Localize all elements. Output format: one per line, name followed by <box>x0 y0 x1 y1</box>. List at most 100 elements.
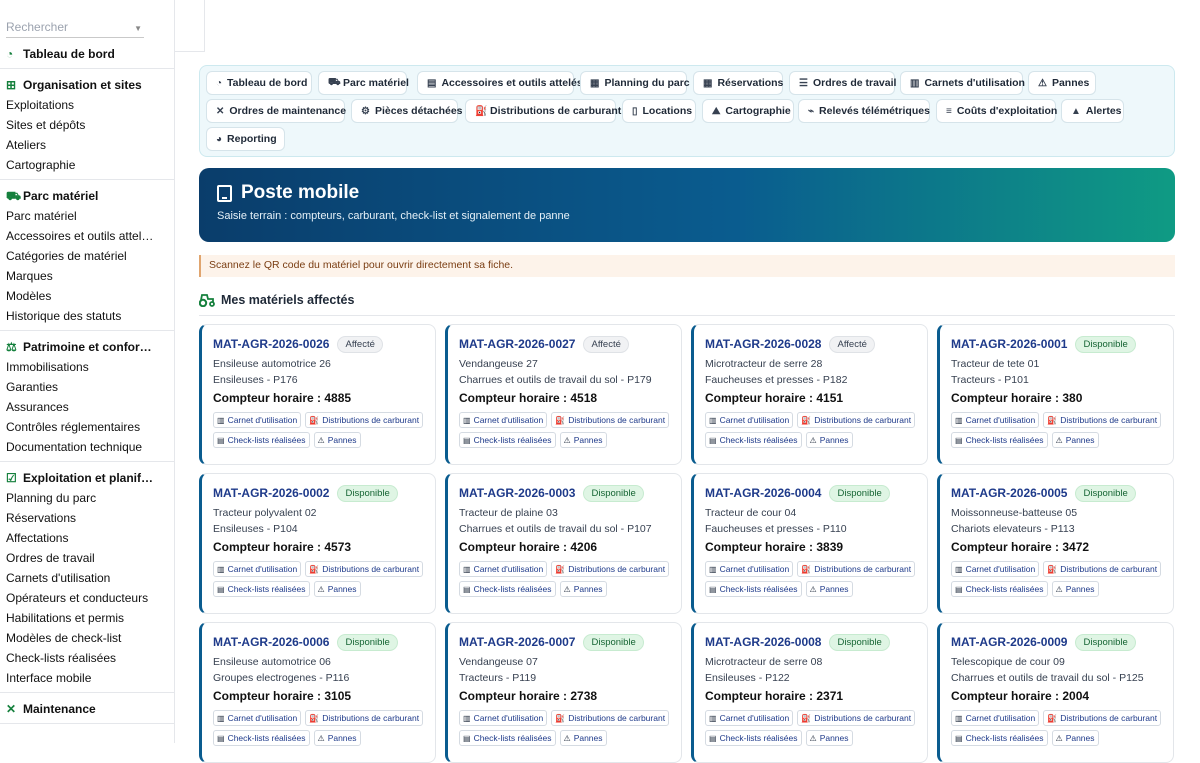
pannes-button[interactable]: ⚠ Pannes <box>805 432 853 448</box>
nav-satellite[interactable]: ⌁ Relevés télémétriques <box>798 99 930 123</box>
sidebar-item[interactable]: Habilitations et permis <box>0 608 174 628</box>
pannes-button[interactable]: ⚠ Pannes <box>313 730 361 746</box>
nav-file-contract[interactable]: ▯ Locations <box>622 99 696 123</box>
equipment-card[interactable]: MAT-AGR-2026-0008 Disponible Microtracteur… <box>691 622 928 763</box>
pannes-button[interactable]: ⚠ Pannes <box>1051 581 1099 597</box>
checklists-button[interactable]: ▤ Check-lists réalisées <box>213 581 310 597</box>
sidebar-item[interactable]: Historique des statuts <box>0 306 174 326</box>
checklists-button[interactable]: ▤ Check-lists réalisées <box>459 432 556 448</box>
carnet-button[interactable]: ▥ Carnet d'utilisation <box>705 561 794 577</box>
equipment-code[interactable]: MAT-AGR-2026-0001 <box>951 337 1067 351</box>
nav-gear[interactable]: ⚙ Pièces détachées <box>351 99 463 123</box>
nav-coins[interactable]: ≡ Coûts d'exploitation <box>936 99 1057 123</box>
fuel-button[interactable]: ⛽ Distributions de carburant <box>797 710 916 726</box>
sidebar-item[interactable]: Exploitations <box>0 95 174 115</box>
sidebar-item[interactable]: Modèles de check-list <box>0 628 174 648</box>
checklists-button[interactable]: ▤ Check-lists réalisées <box>951 730 1048 746</box>
sidebar-item[interactable]: Carnets d'utilisation <box>0 568 174 588</box>
sidebar-item[interactable]: Réservations <box>0 508 174 528</box>
nav-warning[interactable]: ⚠ Pannes <box>1028 71 1096 95</box>
checklists-button[interactable]: ▤ Check-lists réalisées <box>705 581 802 597</box>
nav-toolbox[interactable]: ▤ Accessoires et outils attelés <box>417 71 583 95</box>
fuel-button[interactable]: ⛽ Distributions de carburant <box>1043 561 1162 577</box>
checklists-button[interactable]: ▤ Check-lists réalisées <box>951 581 1048 597</box>
checklists-button[interactable]: ▤ Check-lists réalisées <box>705 730 802 746</box>
equipment-code[interactable]: MAT-AGR-2026-0006 <box>213 635 329 649</box>
sidebar-item[interactable]: Cartographie <box>0 155 174 175</box>
pannes-button[interactable]: ⚠ Pannes <box>1051 730 1099 746</box>
search-select[interactable]: Rechercher ▼ <box>6 6 144 38</box>
equipment-code[interactable]: MAT-AGR-2026-0005 <box>951 486 1067 500</box>
checklists-button[interactable]: ▤ Check-lists réalisées <box>459 581 556 597</box>
sidebar-item[interactable]: Affectations <box>0 528 174 548</box>
sidebar-item[interactable]: Interface mobile <box>0 668 174 688</box>
sidebar-section-title[interactable]: ☑ Exploitation et planif… <box>0 468 174 488</box>
sidebar-item[interactable]: Ordres de travail <box>0 548 174 568</box>
fuel-button[interactable]: ⛽ Distributions de carburant <box>305 412 424 428</box>
carnet-button[interactable]: ▥ Carnet d'utilisation <box>951 561 1040 577</box>
checklists-button[interactable]: ▤ Check-lists réalisées <box>213 432 310 448</box>
equipment-card[interactable]: MAT-AGR-2026-0002 Disponible Tracteur poly… <box>199 473 436 614</box>
fuel-button[interactable]: ⛽ Distributions de carburant <box>1043 710 1162 726</box>
sidebar-item[interactable]: Immobilisations <box>0 357 174 377</box>
checklists-button[interactable]: ▤ Check-lists réalisées <box>951 432 1048 448</box>
nav-gauge[interactable]: ◔ Tableau de bord <box>206 71 312 95</box>
checklists-button[interactable]: ▤ Check-lists réalisées <box>459 730 556 746</box>
equipment-card[interactable]: MAT-AGR-2026-0007 Disponible Vendangeuse 0… <box>445 622 682 763</box>
fuel-button[interactable]: ⛽ Distributions de carburant <box>797 412 916 428</box>
sidebar-item[interactable]: Assurances <box>0 397 174 417</box>
equipment-code[interactable]: MAT-AGR-2026-0008 <box>705 635 821 649</box>
equipment-card[interactable]: MAT-AGR-2026-0006 Disponible Ensileuse aut… <box>199 622 436 763</box>
nav-bell[interactable]: ▲ Alertes <box>1061 99 1124 123</box>
carnet-button[interactable]: ▥ Carnet d'utilisation <box>213 412 302 428</box>
sidebar-item[interactable]: Documentation technique <box>0 437 174 457</box>
checklists-button[interactable]: ▤ Check-lists réalisées <box>705 432 802 448</box>
equipment-card[interactable]: MAT-AGR-2026-0009 Disponible Telescopique … <box>937 622 1174 763</box>
sidebar-section-title[interactable]: ⛟ Parc matériel <box>0 186 174 206</box>
sidebar-item[interactable]: Planning du parc <box>0 488 174 508</box>
nav-calendar-check[interactable]: ▦ Réservations <box>693 71 783 95</box>
equipment-code[interactable]: MAT-AGR-2026-0002 <box>213 486 329 500</box>
carnet-button[interactable]: ▥ Carnet d'utilisation <box>459 561 548 577</box>
sidebar-item[interactable]: Sites et dépôts <box>0 115 174 135</box>
equipment-code[interactable]: MAT-AGR-2026-0003 <box>459 486 575 500</box>
pannes-button[interactable]: ⚠ Pannes <box>313 581 361 597</box>
sidebar-item[interactable]: Modèles <box>0 286 174 306</box>
fuel-button[interactable]: ⛽ Distributions de carburant <box>551 412 670 428</box>
carnet-button[interactable]: ▥ Carnet d'utilisation <box>951 710 1040 726</box>
sidebar-section-title[interactable]: ◔ Tableau de bord <box>0 44 174 64</box>
equipment-card[interactable]: MAT-AGR-2026-0026 Affecté Ensileuse automo… <box>199 324 436 465</box>
equipment-card[interactable]: MAT-AGR-2026-0005 Disponible Moissonneuse-… <box>937 473 1174 614</box>
sidebar-section-title[interactable]: ⊞ Organisation et sites <box>0 75 174 95</box>
carnet-button[interactable]: ▥ Carnet d'utilisation <box>705 412 794 428</box>
sidebar-item[interactable]: Marques <box>0 266 174 286</box>
equipment-card[interactable]: MAT-AGR-2026-0004 Disponible Tracteur de c… <box>691 473 928 614</box>
fuel-button[interactable]: ⛽ Distributions de carburant <box>797 561 916 577</box>
sidebar-item[interactable]: Check-lists réalisées <box>0 648 174 668</box>
pannes-button[interactable]: ⚠ Pannes <box>805 730 853 746</box>
carnet-button[interactable]: ▥ Carnet d'utilisation <box>951 412 1040 428</box>
fuel-button[interactable]: ⛽ Distributions de carburant <box>551 561 670 577</box>
sidebar-section-title[interactable]: ⚖ Patrimoine et confor… <box>0 337 174 357</box>
carnet-button[interactable]: ▥ Carnet d'utilisation <box>459 710 548 726</box>
carnet-button[interactable]: ▥ Carnet d'utilisation <box>705 710 794 726</box>
pannes-button[interactable]: ⚠ Pannes <box>1051 432 1099 448</box>
sidebar-section-title[interactable]: ✕ Maintenance <box>0 699 174 719</box>
sidebar-item[interactable]: Garanties <box>0 377 174 397</box>
equipment-code[interactable]: MAT-AGR-2026-0009 <box>951 635 1067 649</box>
nav-list[interactable]: ☰ Ordres de travail <box>789 71 896 95</box>
checklists-button[interactable]: ▤ Check-lists réalisées <box>213 730 310 746</box>
sidebar-item[interactable]: Catégories de matériel <box>0 246 174 266</box>
chevron-down-icon[interactable]: ▼ <box>134 24 142 33</box>
nav-chart-pie[interactable]: ◕ Reporting <box>206 127 285 151</box>
carnet-button[interactable]: ▥ Carnet d'utilisation <box>213 561 302 577</box>
nav-fuel[interactable]: ⛽ Distributions de carburant <box>465 99 621 123</box>
equipment-code[interactable]: MAT-AGR-2026-0026 <box>213 337 329 351</box>
sidebar-item[interactable]: Parc matériel <box>0 206 174 226</box>
nav-tools[interactable]: ✕ Ordres de maintenance <box>206 99 346 123</box>
equipment-card[interactable]: MAT-AGR-2026-0001 Disponible Tracteur de t… <box>937 324 1174 465</box>
nav-calendar[interactable]: ▦ Planning du parc <box>580 71 690 95</box>
pannes-button[interactable]: ⚠ Pannes <box>559 581 607 597</box>
carnet-button[interactable]: ▥ Carnet d'utilisation <box>459 412 548 428</box>
carnet-button[interactable]: ▥ Carnet d'utilisation <box>213 710 302 726</box>
